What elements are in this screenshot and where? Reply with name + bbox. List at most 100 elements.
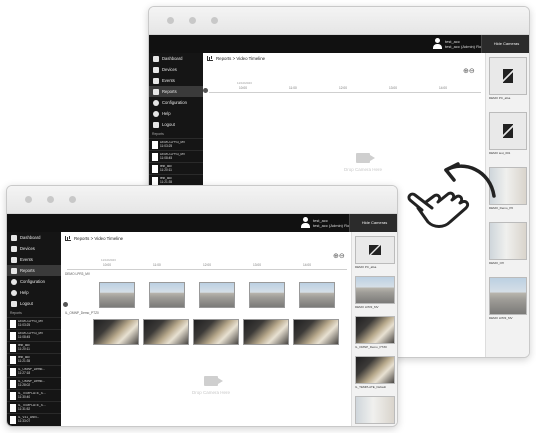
timeline-thumbnail[interactable]	[143, 319, 189, 345]
report-list-item[interactable]: DEMO-LPR3_MV 11:08:45	[7, 329, 61, 341]
timeline-thumbnail[interactable]	[293, 319, 339, 345]
report-list-item[interactable]: IL_TEMPLATE_S... 11:31:52	[7, 401, 61, 413]
report-list-item[interactable]: test_acc 11:20:11	[7, 341, 61, 353]
zoom-controls[interactable]: ⊕⊖	[463, 67, 475, 75]
user-avatar-icon[interactable]	[433, 38, 442, 49]
document-icon	[10, 343, 16, 352]
sidebar-item-configuration[interactable]: Configuration	[7, 276, 61, 287]
report-list-item[interactable]: test_acc 11:20:11	[149, 162, 203, 174]
camera-card[interactable]: DEMO test_001	[489, 112, 527, 155]
drop-camera-zone[interactable]: Drop Camera Here	[333, 153, 393, 172]
hide-cameras-button[interactable]: Hide Cameras	[349, 214, 397, 232]
sidebar-item-help[interactable]: Help	[7, 287, 61, 298]
video-camera-icon	[204, 376, 223, 386]
sidebar-item-events[interactable]: Events	[7, 254, 61, 265]
events-icon	[11, 256, 17, 263]
camera-card[interactable]: DEMO PC_afsa	[355, 236, 395, 269]
timeline-settings-icon[interactable]	[203, 88, 208, 93]
document-icon	[10, 355, 16, 364]
camera-preview[interactable]	[355, 316, 395, 344]
report-list-item[interactable]: IL_TEMPLATE_S... 11:30:40	[7, 389, 61, 401]
report-item-time: 11:08:45	[18, 334, 31, 339]
camera-preview[interactable]	[355, 396, 395, 424]
camera-preview[interactable]	[489, 112, 527, 150]
report-item-text: IL_OMNP_Demo... 11:28:02	[18, 380, 45, 388]
report-list-item[interactable]: DEMO-LPR3_MV 11:03:25	[149, 138, 203, 150]
camera-card[interactable]: IL_OMNP_Demo_PTZ0	[355, 316, 395, 349]
report-list-item[interactable]: DEMO-LPR3_MV 11:08:45	[149, 150, 203, 162]
camera-label: DEMO PC_afsa	[489, 96, 511, 100]
report-list-item[interactable]: test_acc 11:21:35	[7, 353, 61, 365]
camera-preview[interactable]	[355, 236, 395, 264]
window-control-dot[interactable]	[25, 196, 32, 203]
back-window-titlebar	[149, 7, 529, 35]
hide-cameras-button[interactable]: Hide Cameras	[481, 35, 529, 53]
timeline-thumbnail[interactable]	[299, 282, 335, 308]
camera-card[interactable]	[355, 396, 395, 425]
report-list-item[interactable]: IL_V31_ANN... 11:33:07	[7, 413, 61, 425]
sidebar-item-label: Configuration	[20, 279, 45, 284]
user-avatar-icon[interactable]	[301, 217, 310, 228]
timeline-thumbnail[interactable]	[243, 319, 289, 345]
events-icon	[153, 77, 159, 84]
report-item-text: test_acc 11:20:11	[18, 344, 30, 352]
window-control-dot[interactable]	[167, 17, 174, 24]
camera-card[interactable]: DEMO LPR3_MV	[355, 276, 395, 309]
sidebar-item-dashboard[interactable]: Dashboard	[149, 53, 203, 64]
report-item-text: IL_TEMPLATE_S... 11:30:40	[18, 392, 46, 400]
sidebar-item-events[interactable]: Events	[149, 75, 203, 86]
sidebar-item-label: Dashboard	[20, 235, 41, 240]
report-list-item[interactable]: IL_OMNP_Demo... 11:28:02	[7, 377, 61, 389]
camera-preview[interactable]	[355, 356, 395, 384]
sidebar-item-label: Events	[162, 78, 175, 83]
ruler-date: 11/10/2023	[101, 258, 116, 262]
camera-label: DEMO LPR3_MV	[355, 305, 379, 309]
document-icon	[10, 319, 16, 328]
camera-card[interactable]: DEMO PC_afsa	[489, 57, 527, 100]
dashboard-icon	[11, 234, 17, 241]
drop-hint: Drop Camera Here	[191, 390, 230, 395]
camera-preview[interactable]	[489, 277, 527, 315]
sidebar-item-devices[interactable]: Devices	[7, 243, 61, 254]
camera-card[interactable]: DEMO LPR3_MV	[489, 277, 527, 320]
sidebar-item-help[interactable]: Help	[149, 108, 203, 119]
sidebar-item-configuration[interactable]: Configuration	[149, 97, 203, 108]
timeline-thumbnail[interactable]	[199, 282, 235, 308]
timeline-thumbnail[interactable]	[93, 319, 139, 345]
camera-card[interactable]: IL_TEMPLATE_Default	[355, 356, 395, 389]
timeline-thumbnail[interactable]	[149, 282, 185, 308]
reports-section-label: Reports	[152, 132, 164, 136]
sidebar-item-logout[interactable]: Logout	[149, 119, 203, 130]
window-control-dot[interactable]	[69, 196, 76, 203]
sidebar-item-devices[interactable]: Devices	[149, 64, 203, 75]
report-item-time: 11:27:18	[18, 370, 31, 375]
timeline-thumbnail[interactable]	[193, 319, 239, 345]
sidebar-item-dashboard[interactable]: Dashboard	[7, 232, 61, 243]
drop-camera-zone[interactable]: Drop Camera Here	[181, 376, 241, 395]
window-control-dot[interactable]	[211, 17, 218, 24]
document-icon	[152, 176, 158, 185]
app-header: test_acc test_acc (Admin) Rosen Hide Cam…	[7, 214, 397, 232]
report-item-time: 11:03:25	[18, 322, 31, 327]
window-control-dot[interactable]	[189, 17, 196, 24]
sidebar-item-label: Reports	[20, 268, 35, 273]
help-icon	[11, 289, 17, 296]
timeline-settings-icon[interactable]	[63, 302, 68, 307]
window-control-dot[interactable]	[47, 196, 54, 203]
timeline-thumbnail[interactable]	[249, 282, 285, 308]
report-list-item[interactable]: IL_OMNP_Demo...11:27:18	[7, 365, 61, 377]
sidebar-item-reports[interactable]: Reports	[7, 265, 61, 276]
sidebar-item-reports[interactable]: Reports	[149, 86, 203, 97]
front-browser-window: test_acc test_acc (Admin) Rosen Hide Cam…	[6, 185, 398, 427]
camera-preview[interactable]	[489, 57, 527, 95]
camera-preview[interactable]	[355, 276, 395, 304]
sidebar-item-logout[interactable]: Logout	[7, 298, 61, 309]
sidebar-item-label: Logout	[20, 301, 33, 306]
report-list-item[interactable]: DEMO-LPR3_MV 11:03:25	[7, 317, 61, 329]
ruler-tick: 12:00	[203, 263, 211, 267]
report-item-time: 11:21:35	[160, 179, 173, 184]
report-item-text: DEMO-LPR3_MV 11:03:25	[160, 141, 185, 149]
sidebar-item-label: Configuration	[162, 100, 187, 105]
timeline-thumbnail[interactable]	[99, 282, 135, 308]
document-icon	[10, 391, 16, 400]
